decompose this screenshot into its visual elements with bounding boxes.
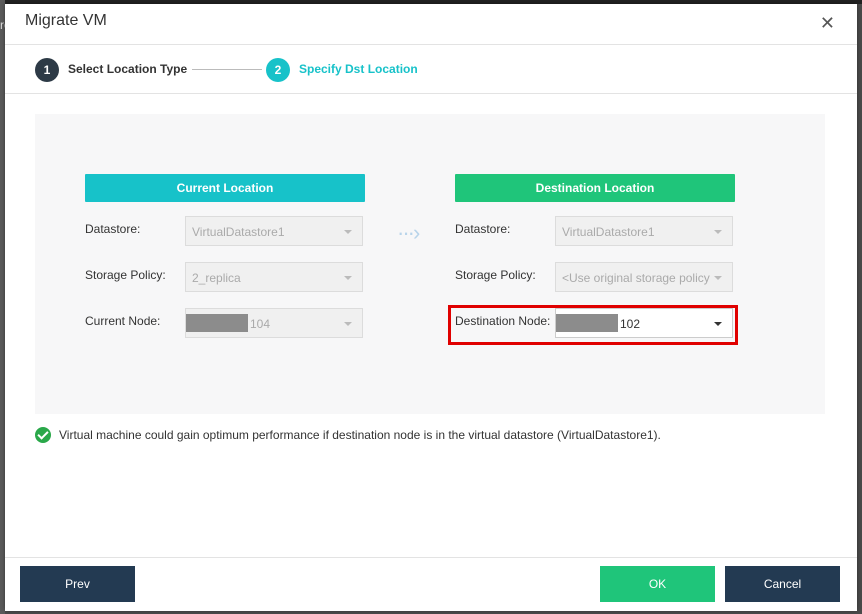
chevron-down-icon	[714, 230, 722, 234]
step-1-label: Select Location Type	[68, 62, 188, 76]
destination-datastore-value: VirtualDatastore1	[562, 225, 655, 239]
current-node-label: Current Node:	[85, 314, 161, 328]
location-panel: Current Location Datastore: VirtualDatas…	[35, 114, 825, 414]
check-circle-icon	[35, 427, 51, 443]
migrate-vm-dialog: Migrate VM ✕ 1 Select Location Type 2 Sp…	[5, 4, 857, 611]
info-text: Virtual machine could gain optimum perfo…	[59, 428, 661, 442]
prev-button[interactable]: Prev	[20, 566, 135, 602]
current-policy-value: 2_replica	[192, 271, 241, 285]
current-node-select: 104	[185, 308, 363, 338]
destination-policy-select: <Use original storage policy>	[555, 262, 733, 292]
dialog-title: Migrate VM	[25, 12, 107, 29]
step-2-label: Specify Dst Location	[299, 62, 418, 76]
step-1-number: 1	[35, 58, 59, 82]
chevron-down-icon	[344, 322, 352, 326]
chevron-down-icon	[344, 230, 352, 234]
current-location-header: Current Location	[85, 174, 365, 202]
destination-policy-value: <Use original storage policy>	[562, 271, 710, 285]
chevron-down-icon	[344, 276, 352, 280]
current-datastore-select: VirtualDatastore1	[185, 216, 363, 246]
cancel-button[interactable]: Cancel	[725, 566, 840, 602]
dialog-header: Migrate VM ✕	[5, 4, 857, 45]
destination-location-header: Destination Location	[455, 174, 735, 202]
current-datastore-value: VirtualDatastore1	[192, 225, 285, 239]
close-icon[interactable]: ✕	[820, 14, 835, 32]
destination-datastore-label: Datastore:	[455, 222, 511, 236]
chevron-down-icon	[714, 276, 722, 280]
current-node-value: 104	[250, 317, 271, 331]
current-policy-label: Storage Policy:	[85, 268, 166, 282]
step-2-number: 2	[266, 58, 290, 82]
dialog-footer: Prev OK Cancel	[5, 557, 857, 611]
destination-datastore-select: VirtualDatastore1	[555, 216, 733, 246]
step-connector	[192, 69, 262, 70]
current-datastore-label: Datastore:	[85, 222, 141, 236]
current-policy-select: 2_replica	[185, 262, 363, 292]
stepper: 1 Select Location Type 2 Specify Dst Loc…	[5, 45, 857, 94]
ok-button[interactable]: OK	[600, 566, 715, 602]
arrow-right-icon: ···›	[397, 220, 420, 245]
destination-node-highlight	[448, 305, 738, 345]
redacted-block	[186, 314, 248, 332]
destination-policy-label: Storage Policy:	[455, 268, 536, 282]
